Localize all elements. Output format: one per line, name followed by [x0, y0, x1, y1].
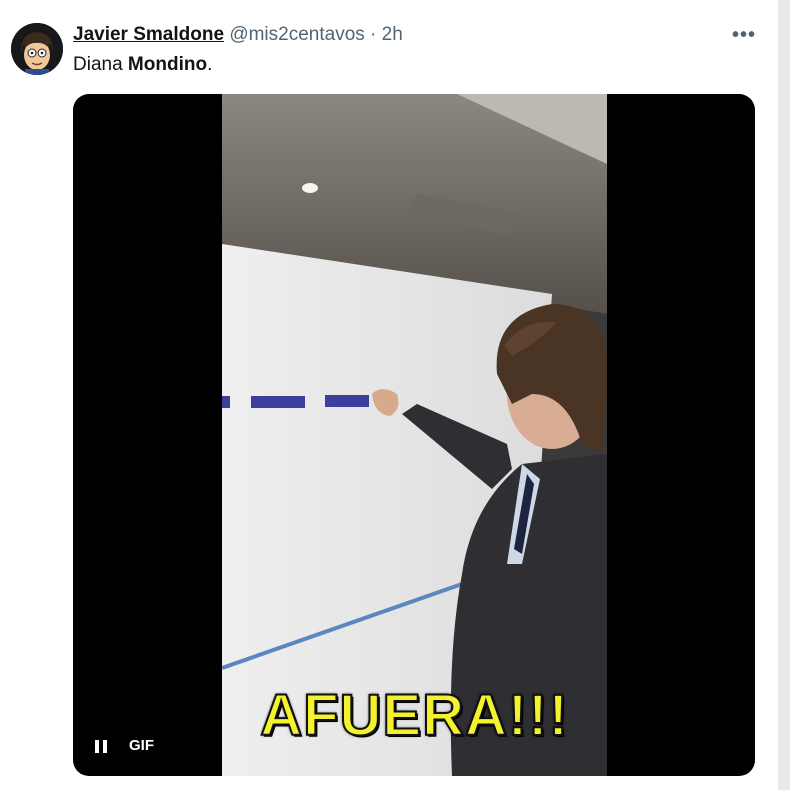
- gif-media-player[interactable]: AFUERA!!! GIF: [73, 94, 755, 776]
- pause-icon: [95, 740, 99, 753]
- more-options-button[interactable]: •••: [730, 22, 758, 48]
- pause-icon-bar: [103, 740, 107, 753]
- author-name[interactable]: Javier Smaldone: [73, 24, 224, 45]
- gif-caption: AFUERA!!!: [259, 682, 569, 749]
- author-avatar[interactable]: [11, 23, 63, 75]
- tweet-header: Javier Smaldone @mis2centavos · 2h: [73, 24, 403, 46]
- tweet-text-bold: Mondino: [127, 54, 208, 75]
- separator-dot: ·: [370, 24, 377, 45]
- gif-frame: AFUERA!!!: [222, 94, 607, 776]
- more-horizontal-icon: •••: [731, 23, 756, 46]
- tweet-text-end: .: [207, 54, 213, 75]
- pause-button[interactable]: [95, 738, 111, 756]
- avatar-cartoon-face: [11, 23, 63, 75]
- author-handle[interactable]: @mis2centavos: [229, 24, 364, 45]
- tweet-timestamp[interactable]: 2h: [382, 24, 403, 45]
- tweet-text: Diana Mondino.: [73, 54, 212, 76]
- gif-scene-image: [222, 94, 607, 776]
- tweet-card[interactable]: Javier Smaldone @mis2centavos · 2h ••• D…: [0, 0, 778, 790]
- gif-badge: GIF: [129, 737, 154, 754]
- tweet-text-plain: Diana: [73, 54, 128, 75]
